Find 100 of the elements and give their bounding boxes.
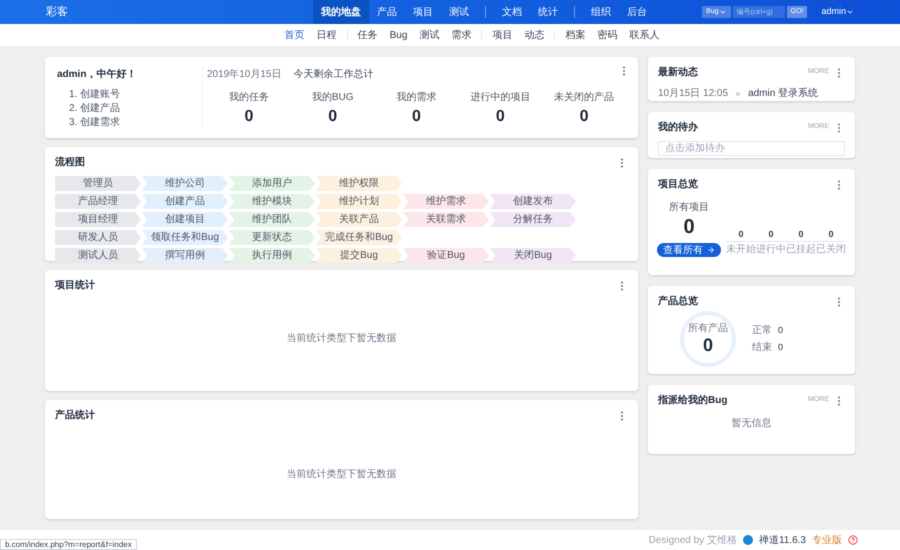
activity-time: 10月15日 12:05 (658, 87, 728, 101)
panel-title: 指派给我的Bug (658, 394, 728, 408)
nav-tab[interactable]: 后台 (619, 0, 655, 24)
flow-step: 关闭Bug (490, 248, 576, 263)
flow-step: 添加用户 (229, 176, 315, 191)
onboarding-step[interactable]: 2. 创建产品 (57, 102, 202, 116)
status-label: 进行中 (756, 241, 786, 257)
flow-step: 研发人员 (55, 230, 141, 245)
flow-step: 完成任务和Bug (316, 230, 402, 245)
flow-step: 测试人员 (55, 248, 141, 263)
sub-nav-tab[interactable]: 项目 (486, 28, 518, 42)
designed-by: Designed by 艾维格 (648, 534, 737, 548)
flow-step: 关联需求 (403, 212, 489, 227)
nav-tab[interactable]: 统计 (530, 0, 566, 24)
sub-nav-tab[interactable]: 密码 (591, 28, 624, 42)
status-count: 0 (778, 340, 784, 354)
flow-step: 维护权限 (316, 176, 402, 191)
nav-tab[interactable]: 文档 (494, 0, 530, 24)
total-label: 所有产品 (688, 323, 728, 335)
sub-nav-tab[interactable]: 档案 (559, 28, 592, 42)
total-label: 所有项目 (669, 200, 709, 215)
stat-label: 我的BUG (312, 90, 354, 105)
arrow-right-icon (707, 246, 715, 254)
flow-step: 领取任务和Bug (142, 230, 228, 245)
nav-tab[interactable]: 组织 (583, 0, 619, 24)
nav-tab[interactable]: 我的地盘 (313, 0, 369, 24)
status-count: 0 (778, 324, 784, 337)
sub-nav-tab[interactable]: 需求 (445, 28, 478, 42)
flow-step: 项目经理 (55, 212, 141, 227)
status-label: 正常 (752, 324, 772, 338)
summary-title: 今天剩余工作总计 (294, 68, 374, 82)
view-all-button[interactable]: 查看所有 (657, 243, 721, 257)
greeting: admin，中午好！ (57, 68, 138, 82)
status-label: 未开始 (726, 241, 756, 257)
empty-message: 暂无信息 (730, 416, 772, 431)
date: 2019年10月15日 (207, 68, 282, 82)
panel-title: 产品总览 (658, 294, 698, 309)
stat-value[interactable]: 0 (412, 105, 421, 129)
flow-step: 更新状态 (229, 230, 315, 245)
sub-nav-tab[interactable]: Bug (384, 28, 414, 42)
flow-step: 分解任务 (490, 212, 576, 227)
logo-icon (742, 535, 753, 545)
total-value: 0 (702, 335, 713, 355)
sub-nav-tab[interactable]: 测试 (413, 28, 446, 42)
status-count: 0 (798, 228, 804, 240)
stat-label: 我的需求 (396, 90, 436, 105)
version-link[interactable]: 禅道11.6.3 (758, 532, 806, 548)
sub-nav-tab[interactable]: 任务 (352, 28, 384, 42)
stat-label: 进行中的项目 (470, 90, 530, 105)
panel-title: 项目总览 (658, 178, 698, 192)
caret-icon (718, 8, 727, 16)
stat-value[interactable]: 0 (328, 105, 338, 129)
panel-title: 流程图 (55, 155, 85, 170)
sub-nav-tab[interactable]: 首页 (278, 28, 311, 42)
help-icon[interactable] (848, 535, 858, 545)
flow-step: 创建发布 (490, 194, 576, 209)
logo[interactable]: 彩客 (46, 4, 296, 20)
sub-nav-tab[interactable]: 日程 (310, 28, 343, 42)
onboarding-step[interactable]: 3. 创建需求 (57, 116, 202, 130)
panel-title: 项目统计 (55, 278, 95, 293)
onboarding-step[interactable]: 1. 创建账号 (57, 88, 202, 102)
flow-step: 验证Bug (403, 248, 489, 263)
status-label: 已挂起 (786, 241, 816, 257)
todo-input[interactable]: 点击添加待办 (658, 141, 845, 156)
flow-step: 维护需求 (403, 194, 489, 209)
panel-title: 产品统计 (55, 408, 95, 423)
flow-step: 创建项目 (142, 212, 228, 227)
flow-step: 提交Bug (316, 248, 402, 263)
flow-step: 撰写用例 (142, 248, 228, 263)
flow-step: 创建产品 (142, 194, 228, 209)
empty-message: 当前统计类型下暂无数据 (286, 332, 398, 346)
caret-icon (846, 8, 854, 16)
nav-tab[interactable]: 项目 (405, 0, 441, 24)
status-label: 结束 (752, 340, 772, 355)
user-menu[interactable]: admin (821, 5, 854, 19)
status-label: 已关闭 (816, 241, 846, 257)
stat-value[interactable]: 0 (244, 105, 254, 129)
nav-tab[interactable]: 测试 (441, 0, 477, 24)
sub-nav-tab[interactable]: 动态 (518, 28, 550, 42)
empty-message: 当前统计类型下暂无数据 (286, 468, 398, 482)
sub-nav-tab[interactable]: 联系人 (623, 28, 666, 42)
stat-value[interactable]: 0 (580, 105, 589, 129)
nav-tab[interactable]: 产品 (369, 0, 405, 24)
total-value: 0 (683, 215, 695, 239)
stat-label: 未关闭的产品 (554, 90, 614, 105)
status-count: 0 (828, 228, 834, 240)
status-count: 0 (768, 228, 774, 240)
flow-step: 维护计划 (316, 194, 402, 209)
flow-step: 关联产品 (316, 212, 402, 227)
status-count: 0 (738, 228, 744, 240)
panel-title: 最新动态 (658, 65, 698, 80)
flow-step: 维护模块 (229, 194, 315, 209)
flow-step: 产品经理 (55, 194, 141, 209)
stat-label: 我的任务 (228, 90, 269, 105)
flow-step: 执行用例 (229, 248, 315, 263)
flow-step: 维护团队 (229, 212, 315, 227)
flow-step: 管理员 (55, 176, 141, 191)
status-url: b.com/index.php?m=report&f=index (0, 539, 137, 550)
stat-value[interactable]: 0 (496, 105, 505, 129)
activity-text[interactable]: admin 登录系统 (748, 86, 818, 101)
